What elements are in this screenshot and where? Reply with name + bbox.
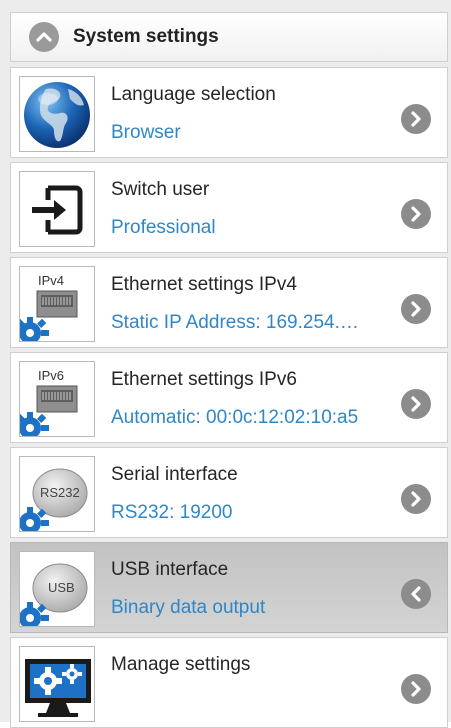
page-title: System settings [73, 26, 219, 47]
usb-label: USB [48, 580, 75, 595]
menu-item-title: Ethernet settings IPv4 [111, 274, 297, 295]
menu-item-ethernet-ipv6[interactable]: IPv6 Ethernet settings IPv6 Automatic: 0… [10, 352, 448, 443]
menu-item-title: Manage settings [111, 654, 251, 675]
menu-item-language-selection[interactable]: Language selection Browser [10, 67, 448, 158]
chevron-right-icon[interactable] [401, 294, 431, 324]
rs232-port-gear-icon: RS232 [19, 456, 95, 532]
ethernet-port-gear-icon: IPv6 [19, 361, 95, 437]
menu-item-title: Serial interface [111, 464, 238, 485]
menu-item-value: Professional [111, 217, 216, 238]
menu-item-title: USB interface [111, 559, 229, 580]
chevron-right-icon[interactable] [401, 104, 431, 134]
monitor-gears-icon [19, 646, 95, 722]
usb-port-gear-icon: USB [19, 551, 95, 627]
chevron-left-icon[interactable] [401, 579, 431, 609]
menu-item-manage-settings[interactable]: Manage settings [10, 637, 448, 728]
chevron-right-icon[interactable] [401, 484, 431, 514]
system-settings-panel: System settings Language selection Brows… [0, 0, 451, 728]
menu-item-value: Static IP Address: 169.254.… [111, 312, 359, 333]
rs232-label: RS232 [40, 485, 80, 500]
menu-item-title: Ethernet settings IPv6 [111, 369, 297, 390]
menu-item-value: Automatic: 00:0c:12:02:10:a5 [111, 407, 359, 428]
menu-item-serial-interface[interactable]: RS232 Serial interface RS232: 19200 [10, 447, 448, 538]
menu-item-title: Switch user [111, 179, 210, 200]
globe-icon [19, 76, 95, 152]
login-arrow-icon [19, 171, 95, 247]
system-settings-header[interactable]: System settings [10, 12, 448, 62]
menu-item-ethernet-ipv4[interactable]: IPv4 Ethernet settings IPv4 Static IP Ad… [10, 257, 448, 348]
menu-item-value: Browser [111, 122, 181, 143]
chevron-up-icon[interactable] [29, 22, 59, 52]
menu-item-usb-interface[interactable]: USB USB interface Binary data output [10, 542, 448, 633]
chevron-right-icon[interactable] [401, 674, 431, 704]
menu-item-value: RS232: 19200 [111, 502, 233, 523]
menu-item-switch-user[interactable]: Switch user Professional [10, 162, 448, 253]
menu-item-value: Binary data output [111, 597, 266, 618]
chevron-right-icon[interactable] [401, 389, 431, 419]
ethernet-port-gear-icon: IPv4 [19, 266, 95, 342]
chevron-right-icon[interactable] [401, 199, 431, 229]
menu-item-title: Language selection [111, 84, 276, 105]
